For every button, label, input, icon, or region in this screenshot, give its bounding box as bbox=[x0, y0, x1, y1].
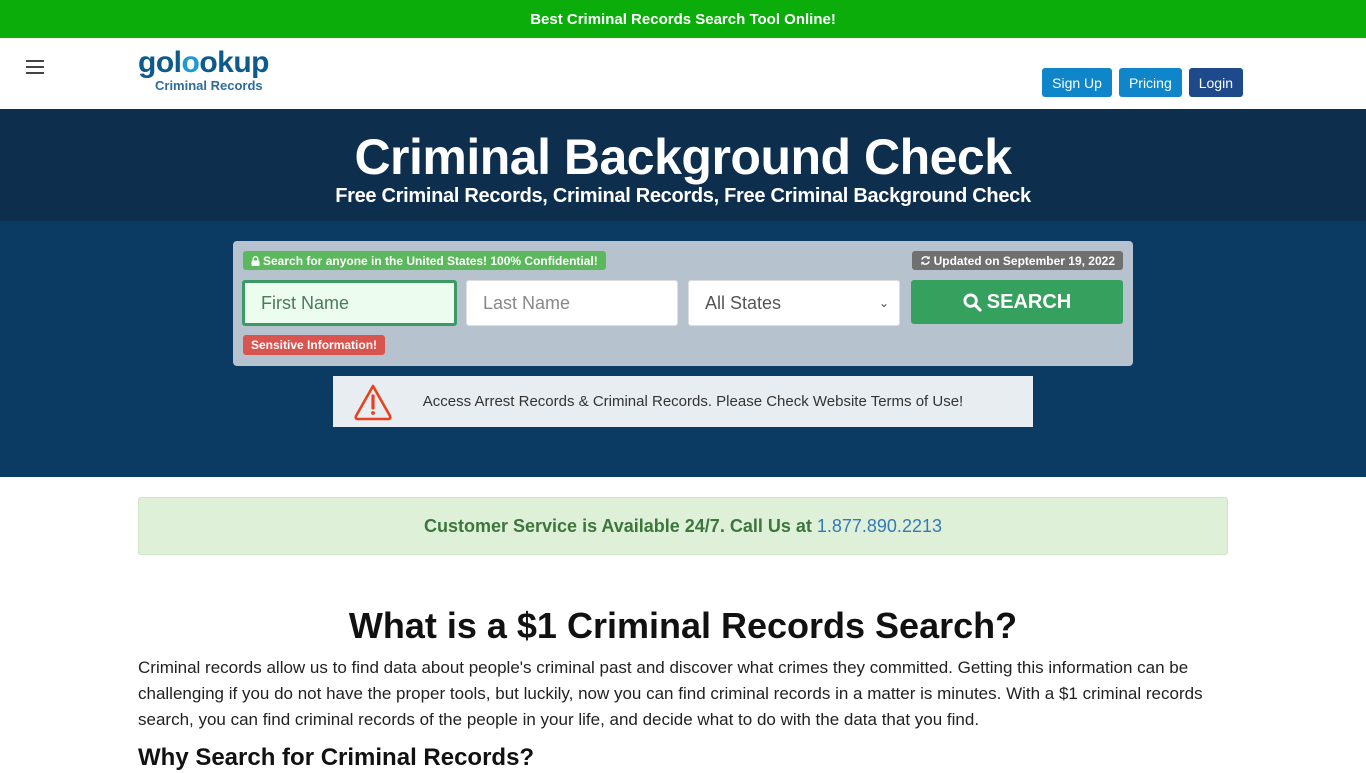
nav-buttons: Sign Up Pricing Login bbox=[1042, 68, 1243, 97]
page-subtitle: Free Criminal Records, Criminal Records,… bbox=[335, 185, 1031, 207]
warning-icon bbox=[354, 384, 392, 420]
search-icon bbox=[963, 292, 982, 312]
lock-icon bbox=[251, 255, 260, 266]
logo-subtitle: Criminal Records bbox=[155, 78, 263, 93]
sensitive-info-badge: Sensitive Information! bbox=[243, 335, 386, 355]
terms-notice: Access Arrest Records & Criminal Records… bbox=[333, 376, 1033, 427]
confidential-badge: Search for anyone in the United States! … bbox=[243, 251, 606, 270]
article-subheading: Why Search for Criminal Records? bbox=[138, 744, 535, 771]
first-name-input[interactable]: First Name bbox=[242, 280, 457, 326]
notice-text: Access Arrest Records & Criminal Records… bbox=[422, 393, 964, 410]
state-select[interactable]: All States ⌄ bbox=[688, 280, 900, 326]
logo-brand: golookup bbox=[138, 46, 269, 79]
promo-banner: Best Criminal Records Search Tool Online… bbox=[0, 0, 1366, 38]
pricing-button[interactable]: Pricing bbox=[1118, 68, 1182, 97]
updated-badge: Updated on September 19, 2022 bbox=[911, 251, 1123, 270]
search-button[interactable]: SEARCH bbox=[911, 280, 1123, 324]
hero-title-section: Criminal Background Check Free Criminal … bbox=[0, 109, 1366, 221]
phone-link[interactable]: 1.877.890.2213 bbox=[817, 516, 942, 537]
article-paragraph: Criminal records allow us to find data a… bbox=[138, 658, 1203, 729]
search-section: Search for anyone in the United States! … bbox=[0, 221, 1366, 477]
site-header: golookup Criminal Records Sign Up Pricin… bbox=[0, 38, 1366, 109]
customer-service-alert: Customer Service is Available 24/7. Call… bbox=[138, 497, 1228, 555]
hamburger-icon[interactable] bbox=[26, 60, 44, 76]
customer-service-text: Customer Service is Available 24/7. Call… bbox=[424, 515, 812, 536]
article-heading: What is a $1 Criminal Records Search? bbox=[348, 605, 1018, 646]
logo[interactable]: golookup Criminal Records bbox=[138, 46, 269, 93]
page-title: Criminal Background Check bbox=[354, 129, 1012, 185]
search-form: Search for anyone in the United States! … bbox=[233, 241, 1133, 366]
last-name-input[interactable]: Last Name bbox=[466, 280, 678, 326]
signup-button[interactable]: Sign Up bbox=[1042, 68, 1112, 97]
promo-text: Best Criminal Records Search Tool Online… bbox=[530, 10, 836, 28]
refresh-icon bbox=[920, 255, 930, 266]
login-button[interactable]: Login bbox=[1188, 68, 1243, 97]
article-content: What is a $1 Criminal Records Search? Cr… bbox=[138, 600, 1228, 773]
chevron-down-icon: ⌄ bbox=[878, 296, 889, 310]
